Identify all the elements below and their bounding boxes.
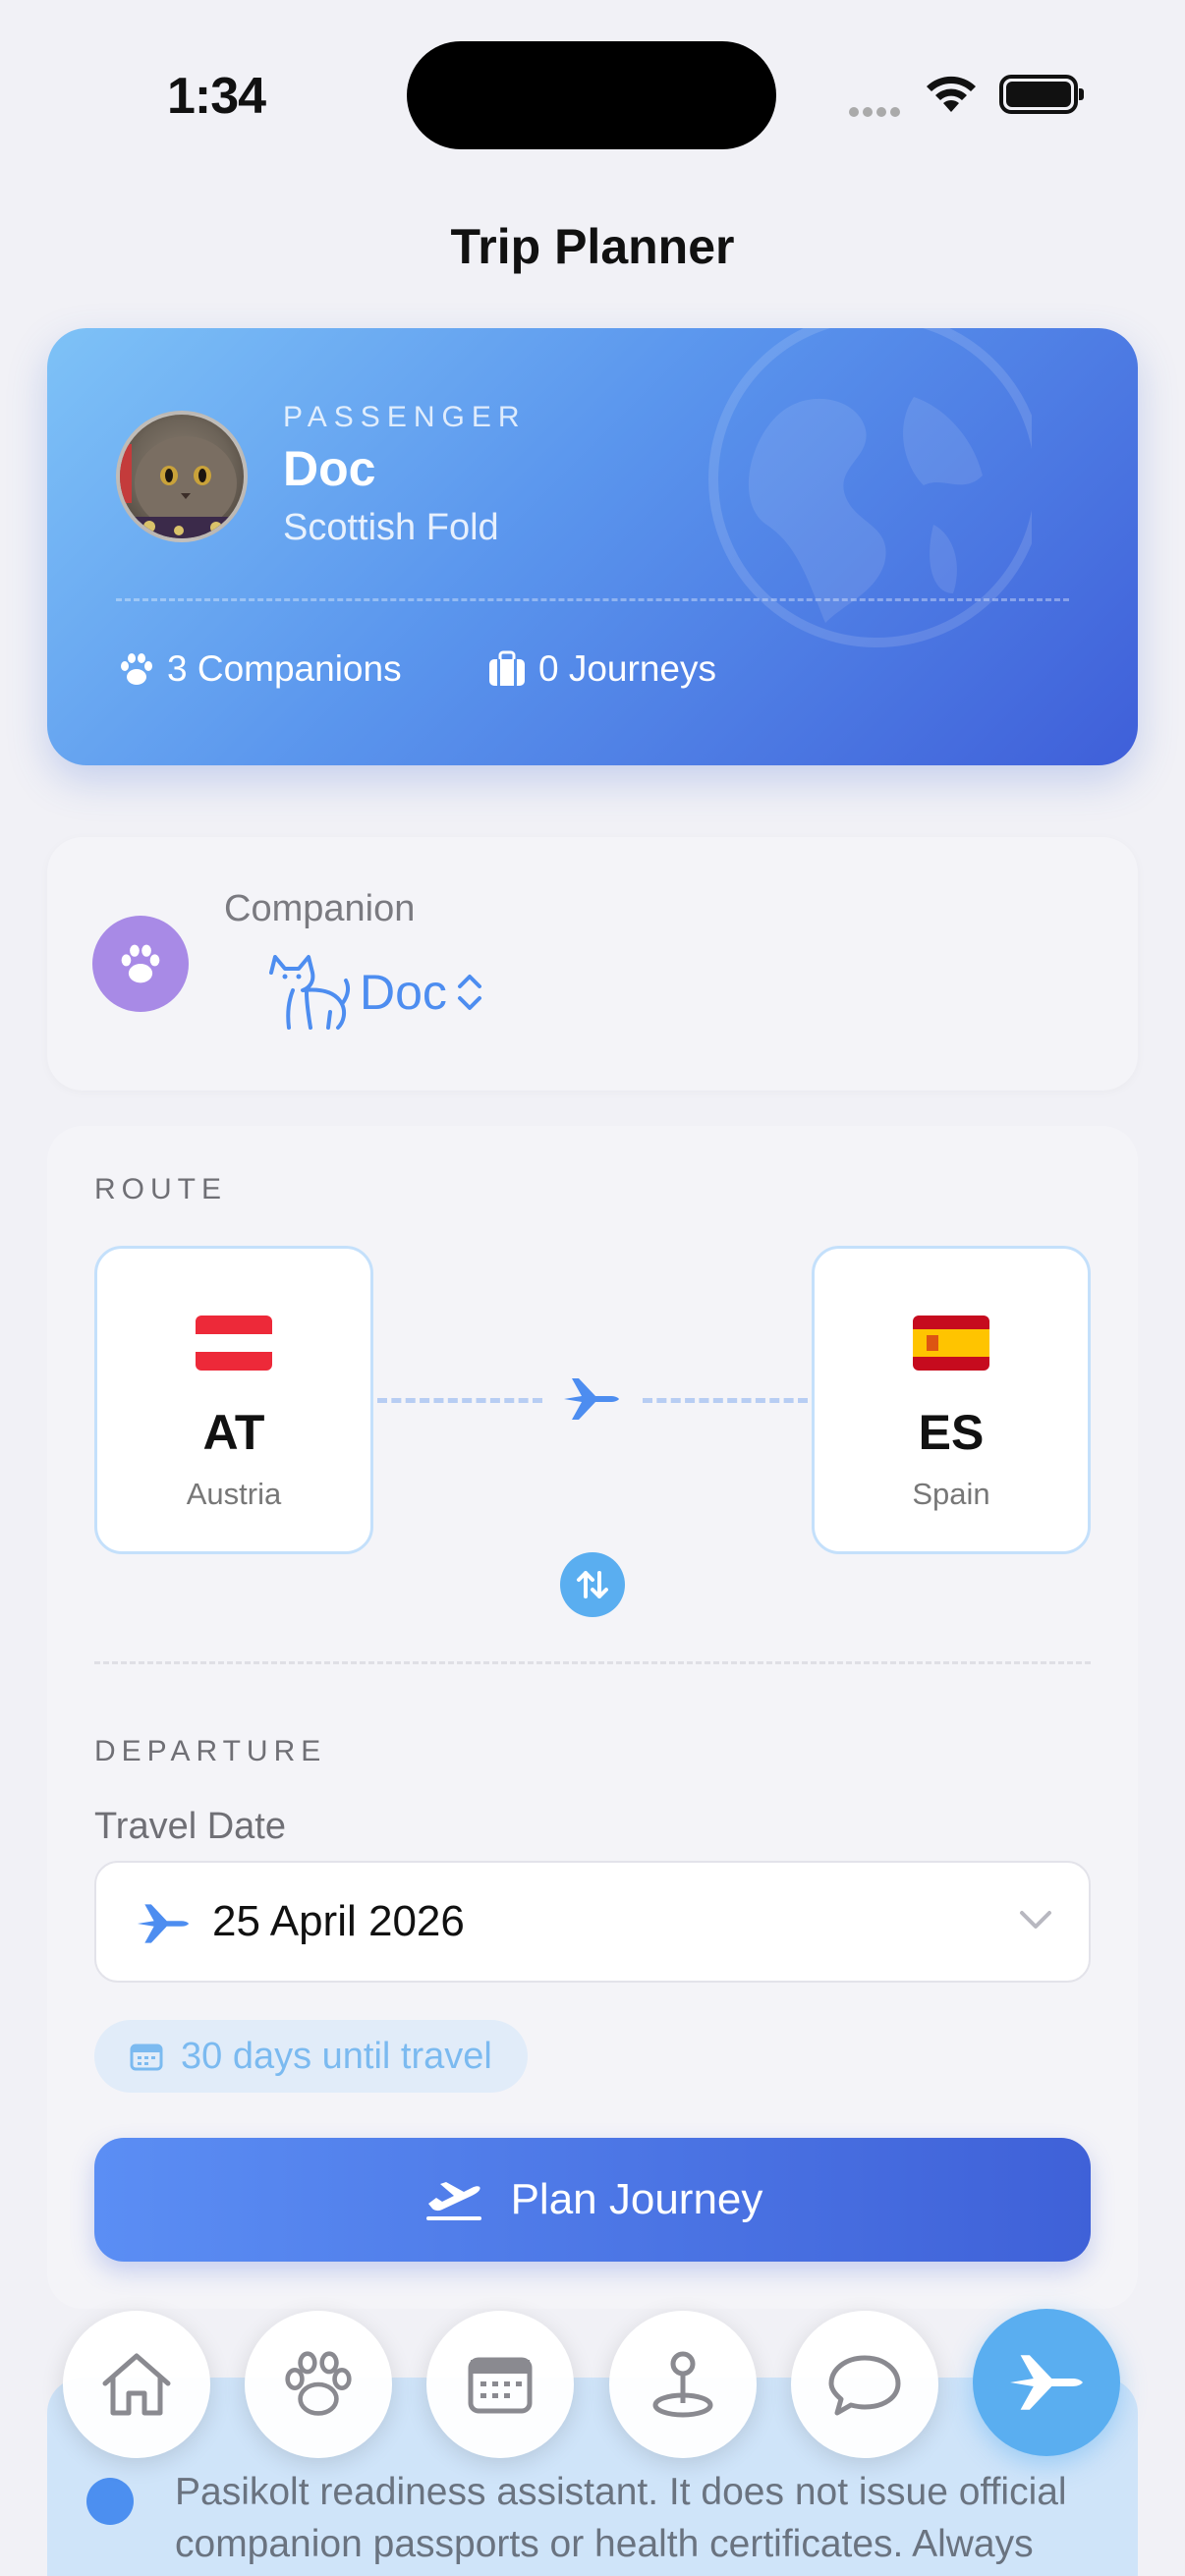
spain-flag-icon [913,1316,989,1371]
tab-home[interactable] [63,2311,210,2458]
route-line [377,1398,542,1403]
chevron-down-icon [1020,1911,1051,1929]
journeys-stat: 0 Journeys [487,648,716,690]
battery-icon [999,75,1084,114]
departure-label: DEPARTURE [94,1735,327,1767]
austria-flag-icon [196,1316,272,1371]
companion-avatar [92,916,189,1012]
suitcase-icon [489,650,525,686]
swap-route-button[interactable] [560,1552,625,1617]
paw-icon [121,653,152,685]
plan-journey-button[interactable]: Plan Journey [94,2138,1091,2262]
home-icon [102,2353,171,2416]
travel-date-label: Travel Date [94,1806,286,1847]
companion-picker[interactable]: Doc [263,953,484,1032]
info-icon [86,2478,134,2525]
paw-icon [285,2351,352,2416]
chat-bubble-icon [828,2355,901,2416]
dynamic-island [407,41,776,149]
journeys-count: 0 Journeys [538,648,716,689]
signal-icon [849,104,908,117]
paw-icon [121,944,160,983]
travel-date-value: 25 April 2026 [212,1897,465,1945]
companions-stat: 3 Companions [118,648,402,690]
wifi-icon [927,76,976,112]
disclaimer-card: Pasikolt readiness assistant. It does no… [47,2378,1138,2576]
tab-trip-planner[interactable] [973,2309,1120,2456]
tab-map[interactable] [609,2311,757,2458]
section-divider [94,1661,1091,1664]
airplane-takeoff-icon [425,2182,481,2220]
cat-icon [269,955,351,1030]
passenger-label: PASSENGER [283,401,527,433]
destination-country[interactable]: ES Spain [812,1246,1091,1554]
swap-arrows-icon [577,1571,608,1598]
tab-calendar[interactable] [426,2311,574,2458]
days-until-text: 30 days until travel [181,2036,492,2077]
chevron-updown-icon [457,975,481,1010]
companion-selected: Doc [360,965,447,1020]
map-pin-icon [652,2351,713,2418]
status-time: 1:34 [167,68,266,125]
airplane-icon [1010,2355,1083,2410]
destination-code: ES [918,1405,985,1460]
calendar-icon [130,2044,163,2071]
tab-chat[interactable] [791,2311,938,2458]
travel-date-picker[interactable]: 25 April 2026 [94,1861,1091,1983]
tab-companions[interactable] [245,2311,392,2458]
route-card: ROUTE AT Austria ES Spain DEPARTURE Trav… [47,1126,1138,2309]
airplane-icon [137,1904,190,1943]
avatar [116,411,248,542]
card-divider [116,598,1069,601]
passenger-breed: Scottish Fold [283,507,499,548]
companion-label: Companion [224,888,416,929]
airplane-icon [564,1378,619,1420]
passenger-card[interactable]: PASSENGER Doc Scottish Fold 3 Companions… [47,328,1138,765]
days-until-badge: 30 days until travel [94,2020,528,2093]
page-title: Trip Planner [450,219,735,274]
disclaimer-text: Pasikolt readiness assistant. It does no… [175,2471,1067,2576]
origin-name: Austria [186,1477,282,1511]
companion-card: Companion Doc [47,837,1138,1091]
globe-icon [708,328,1032,647]
route-line [643,1398,808,1403]
route-label: ROUTE [94,1173,227,1205]
calendar-icon [468,2357,533,2414]
destination-name: Spain [912,1477,990,1511]
origin-code: AT [202,1405,265,1460]
origin-country[interactable]: AT Austria [94,1246,373,1554]
plan-journey-label: Plan Journey [510,2175,763,2223]
companions-count: 3 Companions [167,648,402,689]
passenger-name: Doc [283,441,376,496]
